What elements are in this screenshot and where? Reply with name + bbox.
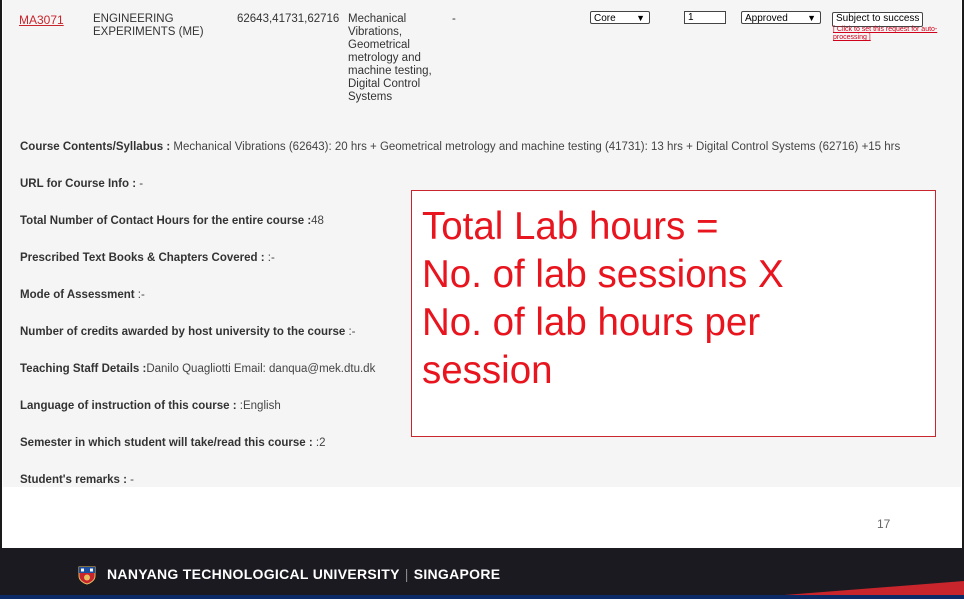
course-type-value: Core [594,13,616,24]
field-value: - [139,178,144,190]
footer-university-name: NANYANG TECHNOLOGICAL UNIVERSITY | SINGAPO… [107,566,500,582]
field-value: - [130,474,134,486]
field-value: :- [137,289,145,301]
callout-line: session [422,349,553,392]
chevron-down-icon: ▼ [807,13,816,23]
callout-line: No. of lab hours per [422,301,761,344]
course-dash: - [452,13,456,25]
field-assessment: Mode of Assessment :- [20,289,145,301]
ntu-crest-icon [78,566,96,585]
slide-border-left [0,0,2,548]
field-value: :- [267,252,275,264]
field-remarks: Student's remarks : - [20,474,134,486]
callout-line: No. of lab sessions X [422,253,784,296]
course-code-link[interactable]: MA3071 [19,13,64,27]
field-label: Number of credits awarded by host univer… [20,326,349,338]
course-row: MA3071 ENGINEERING EXPERIMENTS (ME) 6264… [3,0,961,140]
status-value: Approved [745,13,788,24]
auto-processing-link[interactable]: [ Click to set this request for auto-pro… [833,26,959,42]
course-name: ENGINEERING EXPERIMENTS (ME) [93,13,204,38]
field-textbooks: Prescribed Text Books & Chapters Covered… [20,252,275,264]
footer-left-text: NANYANG TECHNOLOGICAL UNIVERSITY [107,566,400,582]
status-select[interactable]: Approved ▼ [741,11,821,24]
field-label: Student's remarks : [20,474,131,486]
field-label: Language of instruction of this course : [20,400,240,412]
field-label: Prescribed Text Books & Chapters Covered… [20,252,268,264]
course-type-select[interactable]: Core ▼ [590,11,650,24]
field-url: URL for Course Info : - [20,178,143,190]
field-value: :English [239,400,281,412]
field-credits: Number of credits awarded by host univer… [20,326,356,338]
course-topics: Mechanical Vibrations, Geometrical metro… [348,13,432,103]
field-label: Teaching Staff Details : [20,363,147,375]
footer-separator: | [404,566,409,582]
slide-footer: NANYANG TECHNOLOGICAL UNIVERSITY | SINGAPO… [0,548,964,599]
field-label: Course Contents/Syllabus : [20,141,174,153]
page-number: 17 [877,517,891,531]
field-language: Language of instruction of this course :… [20,400,281,412]
chevron-down-icon: ▼ [636,13,645,23]
field-value: Mechanical Vibrations (62643): 20 hrs + … [173,141,901,153]
field-teaching-staff: Teaching Staff Details :Danilo Quagliott… [20,363,375,375]
field-label: Mode of Assessment [20,289,138,301]
field-value: Danilo Quagliotti Email: danqua@mek.dtu.… [146,363,376,375]
footer-blue-stripe [0,595,964,599]
field-value: :2 [315,437,326,449]
footer-right-text: SINGAPORE [413,566,501,582]
lab-hours-callout: Total Lab hours = No. of lab sessions X … [411,190,936,437]
quantity-input[interactable]: 1 [684,11,726,24]
field-syllabus: Course Contents/Syllabus : Mechanical Vi… [20,141,900,153]
field-value: :- [348,326,356,338]
field-label: URL for Course Info : [20,178,140,190]
callout-line: Total Lab hours = [422,205,719,248]
subject-to-success-button[interactable]: Subject to success [832,12,924,27]
field-value: 48 [311,215,324,227]
course-numbers: 62643,41731,62716 [237,13,340,25]
field-label: Semester in which student will take/read… [20,437,316,449]
field-label: Total Number of Contact Hours for the en… [20,215,312,227]
field-semester: Semester in which student will take/read… [20,437,325,449]
field-contact-hours: Total Number of Contact Hours for the en… [20,215,324,227]
